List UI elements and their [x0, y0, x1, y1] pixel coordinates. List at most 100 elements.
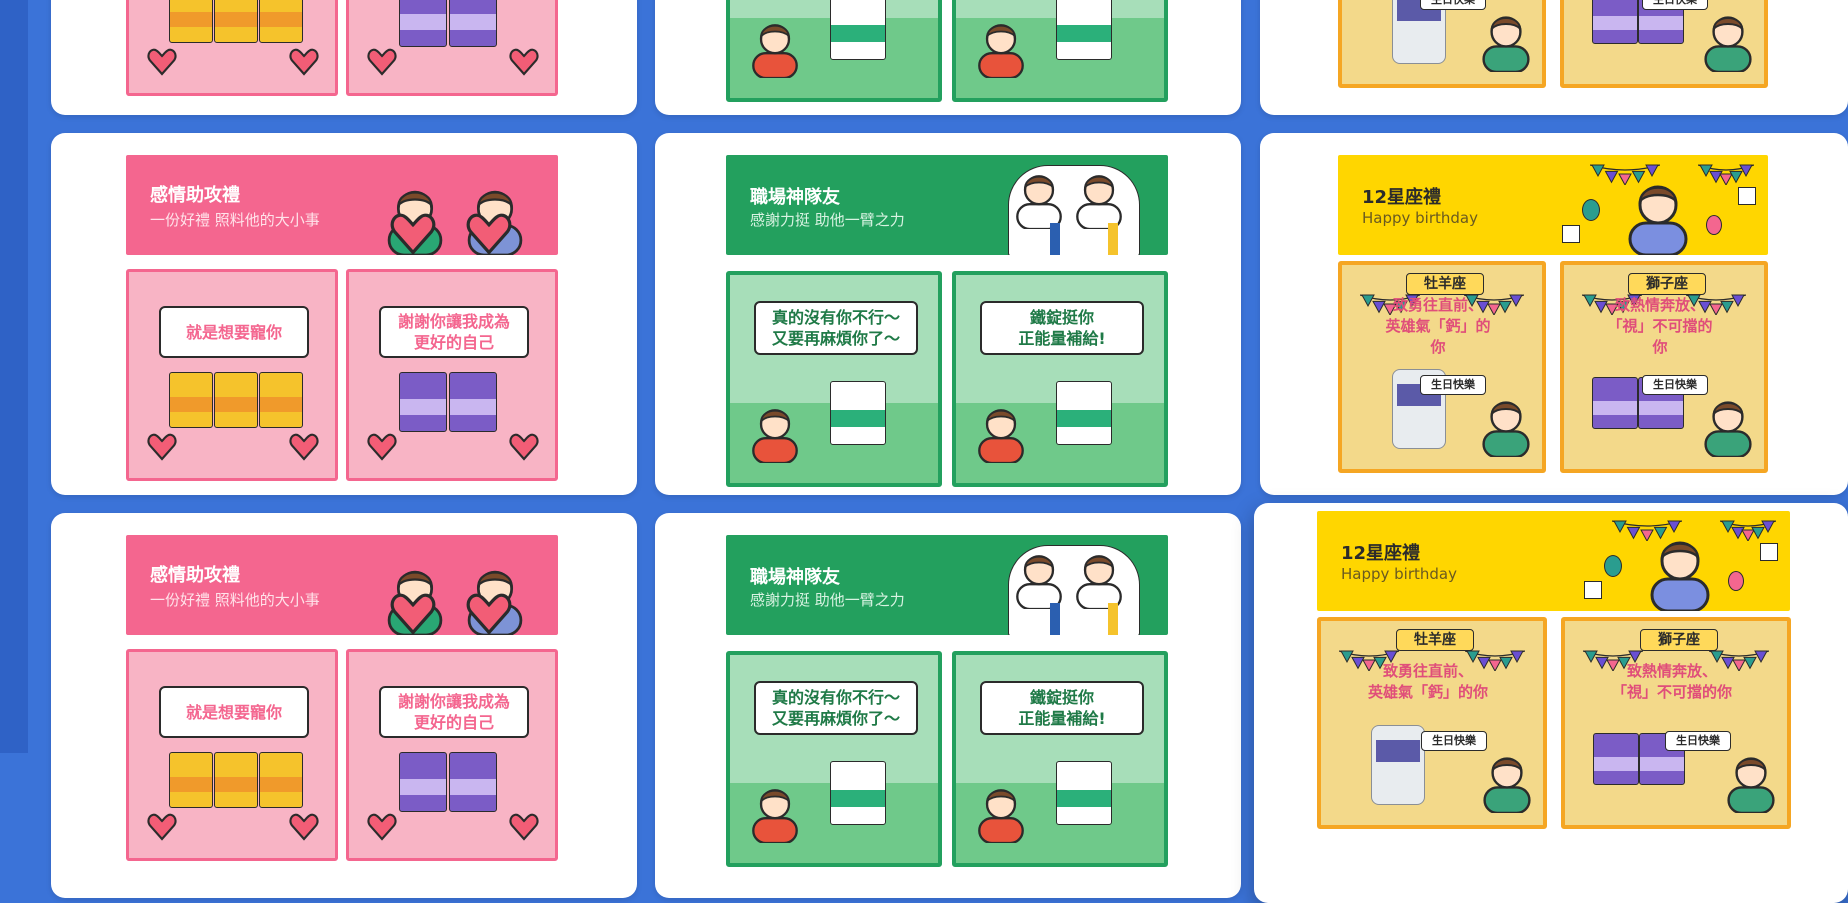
zodiac-label: 獅子座: [1640, 629, 1718, 651]
birthday-person-icon: [1650, 541, 1710, 611]
speech-bubble: 真的沒有你不行～ 又要再麻煩你了～: [754, 301, 918, 355]
zodiac-message: 致熱情奔放、 「視」不可擋的你: [1607, 295, 1713, 356]
heart-icon: [367, 813, 397, 841]
card-artwork: 12星座禮Happy birthday牡羊座致勇往直前、 英雄氣「鈣」的你生日快…: [1317, 511, 1791, 851]
banner-subtitle: Happy birthday: [1362, 209, 1478, 227]
message-panel-left[interactable]: 就是想要寵你: [126, 269, 338, 481]
product-box-band: [260, 12, 302, 28]
product-box-band: [1593, 400, 1637, 415]
message-panel-right[interactable]: 謝謝你讓我成為 更好的自己: [346, 649, 558, 861]
zodiac-label: 牡羊座: [1396, 629, 1474, 651]
gift-card-pink[interactable]: 感情助攻禮一份好禮 照料他的大小事就是想要寵你謝謝你讓我成為 更好的自己: [51, 133, 637, 495]
party-person-icon: [1727, 757, 1775, 813]
heart-icon: [390, 593, 436, 635]
cheering-person-icon: [978, 789, 1024, 843]
zodiac-panel-left[interactable]: 牡羊座致勇往直前、 英雄氣「鈣」的你生日快樂: [1317, 617, 1547, 829]
gift-card-yellow[interactable]: 12星座禮Happy birthday 牡羊座致勇往直前、 英雄氣「鈣」的你生日快…: [1260, 133, 1848, 495]
message-panel-right[interactable]: 鐵錠挺你 正能量補給!: [952, 651, 1168, 867]
product-box-band: [215, 397, 257, 413]
gift-card-pink[interactable]: 感情助攻禮一份好禮 照料他的大小事就是想要寵你謝謝你讓我成為 更好的自己: [51, 513, 637, 898]
product-box-band: [831, 789, 885, 808]
speech-bubble: 真的沒有你不行～ 又要再麻煩你了～: [754, 681, 918, 735]
cheering-person-icon: [752, 409, 798, 463]
supplement-box: [399, 752, 447, 812]
supplement-box: [259, 372, 303, 428]
heart-icon: [289, 813, 319, 841]
product-box-band: [1057, 409, 1111, 428]
product-box-band: [450, 399, 496, 416]
category-banner: 感情助攻禮 一份好禮 照料他的大小事: [126, 155, 558, 255]
balloon-icon: [1604, 555, 1622, 577]
zodiac-panel-right[interactable]: 獅子座致熱情奔放、 「視」不可擋的你生日快樂: [1561, 617, 1791, 829]
card-artwork: 職場神隊友感謝力挺 助他一臂之力真的沒有你不行～ 又要再麻煩你了～ 鐵錠挺你 正能…: [726, 535, 1168, 875]
product-box-band: [400, 779, 446, 796]
party-person-icon: [1483, 757, 1531, 813]
supplement-box: [830, 0, 886, 60]
banner-title: 12星座禮: [1362, 187, 1442, 208]
supplement-box: [214, 372, 258, 428]
heart-icon: [289, 433, 319, 461]
supplement-box: [1592, 377, 1638, 429]
heart-icon: [390, 213, 436, 255]
zodiac-panel-right[interactable]: 獅子座致熱情奔放、 「視」不可擋的你生日快樂: [1560, 0, 1768, 88]
product-box-band: [215, 777, 257, 793]
gift-card-yellow[interactable]: 12星座禮Happy birthday牡羊座致勇往直前、 英雄氣「鈣」的你生日快…: [1254, 503, 1848, 903]
message-panel-left[interactable]: 真的沒有你不行～ 又要再麻煩你了～: [726, 651, 942, 867]
banner-subtitle: 感謝力挺 助他一臂之力: [750, 591, 905, 609]
product-box-band: [450, 779, 496, 796]
supplement-box: [399, 0, 447, 47]
necktie-icon: [1108, 603, 1118, 635]
heart-icon: [466, 213, 512, 255]
coworker-right-icon: [1076, 175, 1122, 229]
necktie-icon: [1108, 223, 1118, 255]
bottle-label: [1376, 740, 1420, 762]
supplement-box: [214, 0, 258, 43]
supplement-box: [1592, 0, 1638, 44]
necktie-icon: [1050, 223, 1060, 255]
zodiac-message: 致勇往直前、 英雄氣「鈣」的你: [1385, 295, 1491, 356]
message-panel-left[interactable]: 真的沒有你不行～ 又要再麻煩你了～: [726, 0, 942, 102]
cheering-person-icon: [752, 789, 798, 843]
gift-card-yellow[interactable]: 12星座禮Happy birthday牡羊座致勇往直前、 英雄氣「鈣」的你生日快…: [1260, 0, 1848, 115]
product-box-band: [170, 12, 212, 28]
supplement-box: [449, 752, 497, 812]
supplement-box: [169, 0, 213, 43]
necktie-icon: [1050, 603, 1060, 635]
category-banner: 12星座禮 Happy birthday: [1317, 511, 1790, 611]
product-box-band: [400, 399, 446, 416]
heart-icon: [466, 593, 512, 635]
message-panel-right[interactable]: 鐵錠挺你 正能量補給!: [952, 271, 1168, 487]
gift-card-pink[interactable]: 感情助攻禮一份好禮 照料他的大小事就是想要寵你謝謝你讓我成為 更好的自己: [51, 0, 637, 115]
message-panel-right[interactable]: 謝謝你讓我成為 更好的自己: [346, 269, 558, 481]
message-panel-right[interactable]: 鐵錠挺你 正能量補給!: [952, 0, 1168, 102]
banner-title: 感情助攻禮: [150, 565, 240, 586]
speech-bubble: 鐵錠挺你 正能量補給!: [980, 681, 1144, 735]
gift-card-green[interactable]: 職場神隊友感謝力挺 助他一臂之力真的沒有你不行～ 又要再麻煩你了～鐵錠挺你 正能…: [655, 0, 1241, 115]
banner-title: 職場神隊友: [750, 567, 840, 588]
birthday-tag: 生日快樂: [1665, 731, 1731, 751]
coworker-left-icon: [1016, 175, 1062, 229]
category-banner: 職場神隊友 感謝力挺 助他一臂之力: [726, 155, 1168, 255]
zodiac-panel-left[interactable]: 牡羊座致勇往直前、 英雄氣「鈣」的你生日快樂: [1338, 261, 1546, 473]
product-box-band: [1057, 24, 1111, 43]
gift-card-green[interactable]: 職場神隊友感謝力挺 助他一臂之力真的沒有你不行～ 又要再麻煩你了～ 鐵錠挺你 正能…: [655, 513, 1241, 898]
supplement-box: [830, 761, 886, 825]
heart-icon: [509, 48, 539, 76]
message-panel-left[interactable]: 真的沒有你不行～ 又要再麻煩你了～: [726, 271, 942, 487]
gift-icon: [1584, 581, 1602, 599]
card-artwork: 職場神隊友感謝力挺 助他一臂之力真的沒有你不行～ 又要再麻煩你了～鐵錠挺你 正能…: [726, 0, 1168, 110]
product-box-band: [1593, 15, 1637, 30]
product-box-band: [450, 14, 496, 31]
message-panel-left[interactable]: 就是想要寵你: [126, 649, 338, 861]
message-panel-left[interactable]: 就是想要寵你: [126, 0, 338, 96]
message-panel-right[interactable]: 謝謝你讓我成為 更好的自己: [346, 0, 558, 96]
gift-icon: [1738, 187, 1756, 205]
speech-bubble: 就是想要寵你: [159, 686, 309, 738]
gift-icon: [1562, 225, 1580, 243]
heart-icon: [367, 433, 397, 461]
product-box-band: [170, 397, 212, 413]
zodiac-panel-left[interactable]: 牡羊座致勇往直前、 英雄氣「鈣」的你生日快樂: [1338, 0, 1546, 88]
product-box-band: [400, 14, 446, 31]
gift-card-green[interactable]: 職場神隊友感謝力挺 助他一臂之力真的沒有你不行～ 又要再麻煩你了～ 鐵錠挺你 正能…: [655, 133, 1241, 495]
zodiac-panel-right[interactable]: 獅子座致熱情奔放、 「視」不可擋的你生日快樂: [1560, 261, 1768, 473]
